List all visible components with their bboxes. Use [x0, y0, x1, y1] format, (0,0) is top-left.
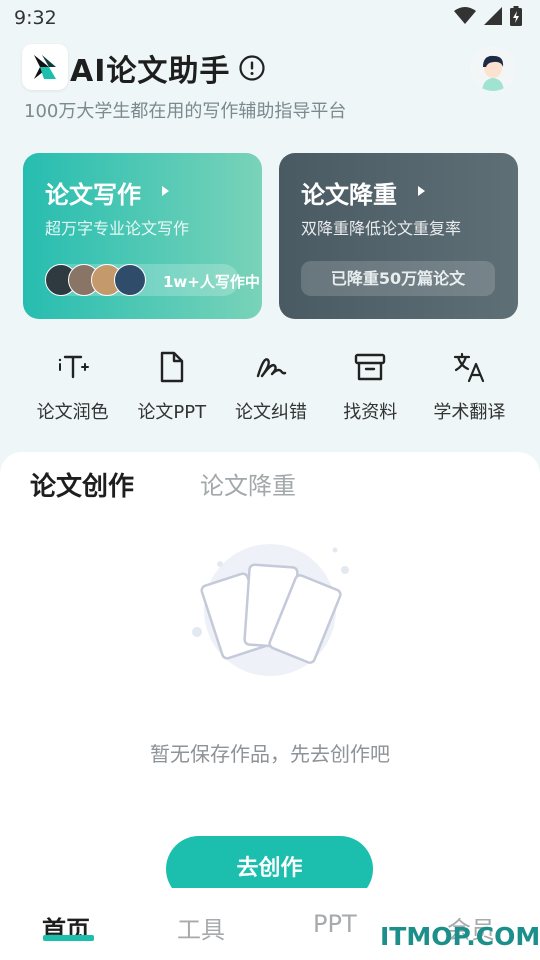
writing-count: 1w+人写作中 [163, 273, 260, 291]
battery-icon [510, 6, 522, 26]
translate-icon [454, 352, 485, 383]
nav-ppt[interactable]: PPT [313, 910, 357, 938]
tools-row: 论文润色 论文PPT 论文纠错 找资料 学术翻译 [23, 350, 519, 430]
card-title: 论文降重 [301, 181, 397, 209]
play-arrow-icon [162, 186, 169, 196]
dedup-count: 已降重50万篇论文 [301, 261, 495, 296]
paper-dedup-card[interactable]: 论文降重 双降重降低论文重复率 已降重50万篇论文 [279, 153, 518, 319]
nav-active-indicator [43, 935, 94, 941]
status-icons [454, 6, 522, 26]
card-subtitle: 双降重降低论文重复率 [301, 219, 462, 238]
tool-label: 学术翻译 [433, 402, 506, 423]
tab-paper-dedup[interactable]: 论文降重 [200, 466, 296, 501]
card-title: 论文写作 [45, 181, 141, 209]
info-icon[interactable] [239, 55, 265, 81]
document-icon [160, 351, 183, 383]
tool-polish[interactable]: 论文润色 [23, 350, 122, 430]
user-avatar[interactable] [471, 47, 515, 91]
nav-tools[interactable]: 工具 [177, 910, 225, 945]
signal-icon [484, 7, 502, 25]
card-subtitle: 超万字专业论文写作 [45, 219, 190, 238]
site-watermark: ITMOP.COM [380, 922, 540, 951]
tool-ppt[interactable]: 论文PPT [122, 350, 221, 430]
text-format-icon [58, 355, 89, 379]
tool-translate[interactable]: 学术翻译 [420, 350, 519, 430]
tool-label: 论文润色 [36, 402, 109, 423]
tool-label: 论文PPT [137, 402, 207, 423]
play-arrow-icon [418, 186, 425, 196]
app-logo [22, 44, 68, 90]
paper-writing-card[interactable]: 论文写作 超万字专业论文写作 1w+人写作中 [23, 153, 262, 319]
user-thumb [114, 264, 146, 296]
archive-box-icon [355, 353, 386, 381]
tab-paper-creation[interactable]: 论文创作 [30, 466, 134, 503]
status-time: 9:32 [14, 7, 57, 29]
wifi-icon [454, 7, 476, 24]
empty-state-text: 暂无保存作品，先去创作吧 [150, 742, 390, 766]
handwriting-icon [256, 358, 287, 378]
tool-correction[interactable]: 论文纠错 [221, 350, 320, 430]
app-title: AI论文助手 [70, 54, 231, 89]
status-bar: 9:32 [0, 0, 540, 36]
empty-papers-illustration [192, 544, 349, 676]
tool-label: 论文纠错 [235, 402, 307, 423]
active-users-pill: 1w+人写作中 [45, 264, 260, 296]
tool-research[interactable]: 找资料 [321, 350, 420, 430]
app-subtitle: 100万大学生都在用的写作辅助指导平台 [24, 101, 347, 122]
works-panel: 论文创作 论文降重 暂无保存作品，先去创作吧 去创作 [0, 452, 540, 960]
tool-label: 找资料 [343, 402, 398, 423]
